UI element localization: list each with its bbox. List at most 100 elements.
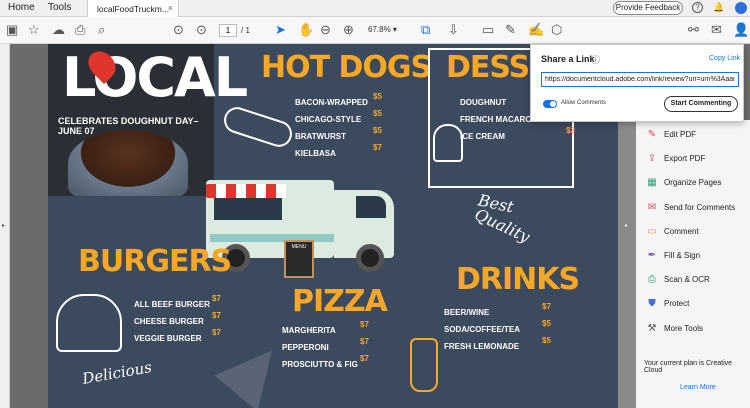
search-zoom-icon[interactable]: ⌕: [98, 22, 105, 37]
tool-fill-sign[interactable]: ✒ Fill & Sign: [646, 249, 700, 263]
tool-comment[interactable]: ▭ Comment: [646, 225, 698, 239]
close-tab-icon[interactable]: ×: [168, 3, 173, 13]
menu-item: VEGGIE BURGER $7: [134, 328, 224, 345]
save-icon[interactable]: ▣: [6, 22, 18, 37]
menu-item: PROSCIUTTO & FIG $7: [282, 354, 374, 371]
provide-feedback-button[interactable]: Provide Feedback: [613, 1, 683, 15]
menu-item: FRESH LEMONADE $5: [444, 336, 554, 353]
tool-edit-pdf[interactable]: ✎ Edit PDF: [646, 128, 696, 142]
doughnut-image: [68, 130, 188, 196]
hotdogs-list: BACON-WRAPPED $5 CHICAGO-STYLE $5 BRATWURST $…: [295, 92, 385, 160]
burgers-list: ALL BEEF BURGER $7 CHEESE BURGER $7 VEGGIE B…: [134, 294, 224, 345]
menu-board-sign: MENU: [284, 240, 314, 278]
start-commenting-button[interactable]: Start Commenting: [664, 96, 738, 112]
menu-item-name: PEPPERONI: [282, 343, 329, 352]
pizza-list: MARGHERITA $7 PEPPERONI $7 PROSCIUTTO & FIG $…: [282, 320, 374, 371]
page-number-input[interactable]: 1: [219, 24, 237, 37]
share-link-icon[interactable]: ⚯: [688, 22, 699, 37]
comment-tool-icon[interactable]: ▭: [482, 22, 494, 37]
tools-tab[interactable]: Tools: [48, 2, 71, 13]
tools-panel: ✎ Edit PDF ⇪ Export PDF ▦ Organize Pages ✉ Send…: [636, 120, 750, 408]
drinks-heading: DRINKS: [456, 262, 580, 297]
scroll-mode-icon[interactable]: ⇩: [448, 22, 459, 37]
drinks-list: BEER/WINE $7 SODA/COFFEE/TEA $5 FRESH LEMONA…: [444, 302, 554, 353]
menu-item-name: DOUGHNUT: [460, 98, 507, 107]
burgers-heading: BURGERS: [78, 244, 232, 279]
tool-label: Send for Comments: [664, 202, 736, 212]
zoom-out-icon[interactable]: ⊖: [320, 22, 331, 37]
bookmark-star-icon[interactable]: ☆: [28, 22, 40, 37]
tool-scan-ocr[interactable]: ⎙ Scan & OCR: [646, 273, 710, 287]
menu-item-name: FRESH LEMONADE: [444, 342, 520, 351]
menu-item-name: CHICAGO-STYLE: [295, 115, 362, 124]
menu-item: BACON-WRAPPED $5: [295, 92, 385, 109]
zoom-level-dropdown[interactable]: 67.8% ▾: [368, 25, 397, 34]
menu-item-name: ICE CREAM: [460, 132, 505, 141]
left-panel-toggle[interactable]: ▸: [0, 44, 10, 408]
page-fit-icon[interactable]: ⧉: [421, 22, 430, 37]
allow-comments-toggle[interactable]: [543, 100, 557, 108]
tool-label: Organize Pages: [664, 178, 722, 188]
menu-item: BRATWURST $5: [295, 126, 385, 143]
menu-item-name: MARGHERITA: [282, 326, 336, 335]
previous-page-icon[interactable]: ⊙: [173, 22, 184, 37]
notifications-bell-icon[interactable]: 🔔: [713, 2, 724, 13]
tool-send-for-comments[interactable]: ✉ Send for Comments: [646, 201, 735, 215]
sign-icon[interactable]: ✍: [528, 22, 544, 37]
menu-item: CHICAGO-STYLE $5: [295, 109, 385, 126]
tool-export-pdf[interactable]: ⇪ Export PDF: [646, 152, 706, 166]
document-tab-title: localFoodTruckm...: [97, 4, 169, 14]
menu-item-price: $5: [542, 319, 551, 328]
export-pdf-icon: ⇪: [647, 153, 657, 165]
learn-more-link[interactable]: Learn More: [680, 384, 716, 391]
comment-icon: ▭: [647, 225, 657, 237]
user-avatar[interactable]: [735, 2, 747, 14]
next-page-icon[interactable]: ⊙: [196, 22, 207, 37]
menu-item-price: $5: [542, 336, 551, 345]
app-menubar: Home Tools localFoodTruckm... × Provide F…: [0, 0, 750, 18]
zoom-in-icon[interactable]: ⊕: [343, 22, 354, 37]
menu-item: ALL BEEF BURGER $7: [134, 294, 224, 311]
tool-label: More Tools: [664, 323, 703, 333]
select-cursor-icon[interactable]: ➤: [275, 22, 286, 37]
menu-item: MARGHERITA $7: [282, 320, 374, 337]
protect-icon: ⛊: [648, 298, 656, 310]
menu-item-name: BACON-WRAPPED: [295, 98, 368, 107]
print-icon[interactable]: ⎙: [75, 22, 85, 37]
tool-label: Scan & OCR: [664, 275, 710, 285]
add-user-icon[interactable]: 👤: [733, 22, 749, 37]
share-url-field[interactable]: [541, 72, 739, 87]
plan-text: Your current plan is Creative Cloud: [644, 360, 733, 374]
send-for-comments-icon: ✉: [647, 201, 657, 213]
menu-item: BEER/WINE $7: [444, 302, 554, 319]
delicious-script-text: Delicious: [80, 358, 154, 388]
stamp-icon[interactable]: ⬡: [551, 22, 562, 37]
menu-item-name: BRATWURST: [295, 132, 346, 141]
info-icon[interactable]: ⓘ: [591, 53, 600, 66]
home-tab[interactable]: Home: [8, 2, 35, 13]
hotdog-illustration-icon: [220, 103, 296, 151]
menu-item-name: FRENCH MACARO: [460, 115, 532, 124]
tool-more-tools[interactable]: ⚒ More Tools: [646, 322, 703, 336]
tool-protect[interactable]: ⛊ Protect: [646, 297, 689, 311]
menu-item-price: $5: [373, 109, 382, 118]
highlight-pen-icon[interactable]: ✎: [505, 22, 516, 37]
document-tab[interactable]: localFoodTruckm... ×: [87, 0, 179, 18]
menu-item: PEPPERONI $7: [282, 337, 374, 354]
email-icon[interactable]: ✉: [711, 22, 722, 37]
help-icon[interactable]: ?: [692, 2, 703, 13]
menu-item-price: $7: [360, 320, 369, 329]
tool-organize-pages[interactable]: ▦ Organize Pages: [646, 176, 721, 190]
menu-item-price: $7: [542, 302, 551, 311]
copy-link-button[interactable]: Copy Link: [709, 55, 740, 62]
menu-item: ICE CREAM $3: [460, 126, 575, 143]
burger-illustration-icon: [56, 294, 122, 352]
hand-tool-icon[interactable]: ✋: [298, 22, 314, 37]
scan-ocr-icon: ⎙: [648, 274, 656, 286]
menu-item-price: $7: [373, 143, 382, 152]
menu-item: CHEESE BURGER $7: [134, 311, 224, 328]
share-title: Share a Link: [541, 54, 595, 64]
menu-item-name: BEER/WINE: [444, 308, 490, 317]
organize-pages-icon: ▦: [647, 177, 657, 189]
upload-cloud-icon[interactable]: ☁: [52, 22, 65, 37]
